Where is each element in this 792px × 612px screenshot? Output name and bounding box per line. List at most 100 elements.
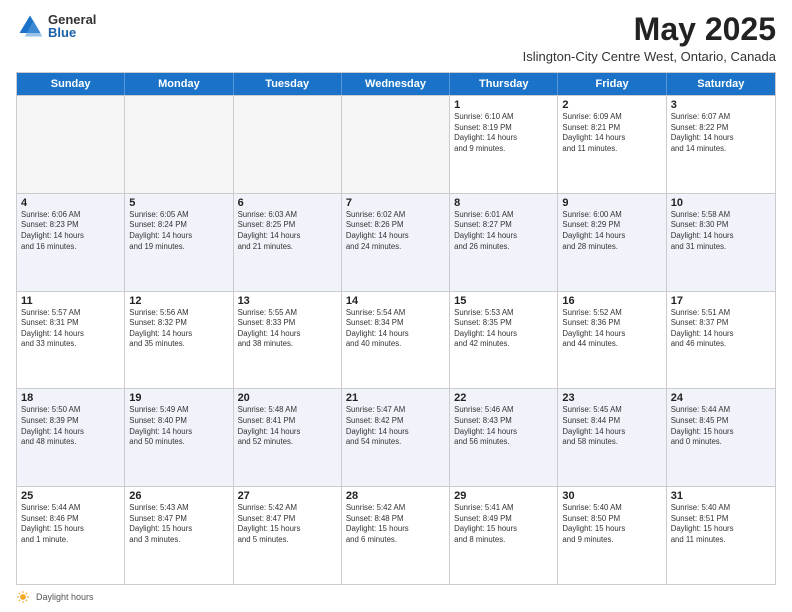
cell-content: Sunrise: 5:47 AM Sunset: 8:42 PM Dayligh… (346, 405, 445, 447)
day-number: 30 (562, 490, 661, 502)
day-number: 26 (129, 490, 228, 502)
day-number: 9 (562, 197, 661, 209)
header-day-saturday: Saturday (667, 73, 775, 95)
day-cell-19: 19Sunrise: 5:49 AM Sunset: 8:40 PM Dayli… (125, 389, 233, 486)
logo: General Blue (16, 12, 96, 40)
day-number: 31 (671, 490, 771, 502)
day-cell-28: 28Sunrise: 5:42 AM Sunset: 8:48 PM Dayli… (342, 487, 450, 584)
day-cell-14: 14Sunrise: 5:54 AM Sunset: 8:34 PM Dayli… (342, 292, 450, 389)
location-subtitle: Islington-City Centre West, Ontario, Can… (523, 49, 776, 64)
daylight-label: Daylight hours (36, 592, 94, 602)
day-cell-4: 4Sunrise: 6:06 AM Sunset: 8:23 PM Daylig… (17, 194, 125, 291)
day-cell-24: 24Sunrise: 5:44 AM Sunset: 8:45 PM Dayli… (667, 389, 775, 486)
cell-content: Sunrise: 5:42 AM Sunset: 8:48 PM Dayligh… (346, 503, 445, 545)
calendar-row-1: 1Sunrise: 6:10 AM Sunset: 8:19 PM Daylig… (17, 95, 775, 193)
header-day-sunday: Sunday (17, 73, 125, 95)
day-cell-31: 31Sunrise: 5:40 AM Sunset: 8:51 PM Dayli… (667, 487, 775, 584)
day-cell-9: 9Sunrise: 6:00 AM Sunset: 8:29 PM Daylig… (558, 194, 666, 291)
cell-content: Sunrise: 6:03 AM Sunset: 8:25 PM Dayligh… (238, 210, 337, 252)
cell-content: Sunrise: 5:49 AM Sunset: 8:40 PM Dayligh… (129, 405, 228, 447)
cell-content: Sunrise: 5:52 AM Sunset: 8:36 PM Dayligh… (562, 308, 661, 350)
cell-content: Sunrise: 6:00 AM Sunset: 8:29 PM Dayligh… (562, 210, 661, 252)
day-cell-3: 3Sunrise: 6:07 AM Sunset: 8:22 PM Daylig… (667, 96, 775, 193)
title-section: May 2025 Islington-City Centre West, Ont… (523, 12, 776, 64)
day-cell-22: 22Sunrise: 5:46 AM Sunset: 8:43 PM Dayli… (450, 389, 558, 486)
cell-content: Sunrise: 5:42 AM Sunset: 8:47 PM Dayligh… (238, 503, 337, 545)
day-number: 14 (346, 295, 445, 307)
day-number: 15 (454, 295, 553, 307)
day-cell-26: 26Sunrise: 5:43 AM Sunset: 8:47 PM Dayli… (125, 487, 233, 584)
cell-content: Sunrise: 5:55 AM Sunset: 8:33 PM Dayligh… (238, 308, 337, 350)
empty-cell (125, 96, 233, 193)
header-day-tuesday: Tuesday (234, 73, 342, 95)
header-day-thursday: Thursday (450, 73, 558, 95)
cell-content: Sunrise: 5:44 AM Sunset: 8:45 PM Dayligh… (671, 405, 771, 447)
day-number: 28 (346, 490, 445, 502)
day-number: 27 (238, 490, 337, 502)
header-day-friday: Friday (558, 73, 666, 95)
day-cell-23: 23Sunrise: 5:45 AM Sunset: 8:44 PM Dayli… (558, 389, 666, 486)
logo-blue: Blue (48, 26, 96, 39)
calendar-row-4: 18Sunrise: 5:50 AM Sunset: 8:39 PM Dayli… (17, 388, 775, 486)
calendar-row-2: 4Sunrise: 6:06 AM Sunset: 8:23 PM Daylig… (17, 193, 775, 291)
day-number: 25 (21, 490, 120, 502)
cell-content: Sunrise: 5:57 AM Sunset: 8:31 PM Dayligh… (21, 308, 120, 350)
day-number: 11 (21, 295, 120, 307)
day-number: 22 (454, 392, 553, 404)
cell-content: Sunrise: 5:44 AM Sunset: 8:46 PM Dayligh… (21, 503, 120, 545)
cell-content: Sunrise: 6:02 AM Sunset: 8:26 PM Dayligh… (346, 210, 445, 252)
cell-content: Sunrise: 5:54 AM Sunset: 8:34 PM Dayligh… (346, 308, 445, 350)
day-cell-27: 27Sunrise: 5:42 AM Sunset: 8:47 PM Dayli… (234, 487, 342, 584)
day-number: 13 (238, 295, 337, 307)
calendar-body: 1Sunrise: 6:10 AM Sunset: 8:19 PM Daylig… (17, 95, 775, 584)
day-number: 23 (562, 392, 661, 404)
day-number: 18 (21, 392, 120, 404)
empty-cell (17, 96, 125, 193)
day-number: 19 (129, 392, 228, 404)
day-number: 24 (671, 392, 771, 404)
calendar-row-3: 11Sunrise: 5:57 AM Sunset: 8:31 PM Dayli… (17, 291, 775, 389)
day-cell-29: 29Sunrise: 5:41 AM Sunset: 8:49 PM Dayli… (450, 487, 558, 584)
cell-content: Sunrise: 5:41 AM Sunset: 8:49 PM Dayligh… (454, 503, 553, 545)
logo-icon (16, 12, 44, 40)
cell-content: Sunrise: 5:46 AM Sunset: 8:43 PM Dayligh… (454, 405, 553, 447)
day-number: 7 (346, 197, 445, 209)
day-number: 29 (454, 490, 553, 502)
cell-content: Sunrise: 6:09 AM Sunset: 8:21 PM Dayligh… (562, 112, 661, 154)
day-number: 8 (454, 197, 553, 209)
cell-content: Sunrise: 5:45 AM Sunset: 8:44 PM Dayligh… (562, 405, 661, 447)
header-day-wednesday: Wednesday (342, 73, 450, 95)
day-cell-8: 8Sunrise: 6:01 AM Sunset: 8:27 PM Daylig… (450, 194, 558, 291)
day-cell-12: 12Sunrise: 5:56 AM Sunset: 8:32 PM Dayli… (125, 292, 233, 389)
cell-content: Sunrise: 6:06 AM Sunset: 8:23 PM Dayligh… (21, 210, 120, 252)
day-cell-20: 20Sunrise: 5:48 AM Sunset: 8:41 PM Dayli… (234, 389, 342, 486)
day-cell-25: 25Sunrise: 5:44 AM Sunset: 8:46 PM Dayli… (17, 487, 125, 584)
calendar: SundayMondayTuesdayWednesdayThursdayFrid… (16, 72, 776, 585)
cell-content: Sunrise: 5:51 AM Sunset: 8:37 PM Dayligh… (671, 308, 771, 350)
day-cell-7: 7Sunrise: 6:02 AM Sunset: 8:26 PM Daylig… (342, 194, 450, 291)
cell-content: Sunrise: 6:07 AM Sunset: 8:22 PM Dayligh… (671, 112, 771, 154)
footer: Daylight hours (16, 590, 776, 604)
day-cell-6: 6Sunrise: 6:03 AM Sunset: 8:25 PM Daylig… (234, 194, 342, 291)
cell-content: Sunrise: 5:40 AM Sunset: 8:50 PM Dayligh… (562, 503, 661, 545)
cell-content: Sunrise: 5:58 AM Sunset: 8:30 PM Dayligh… (671, 210, 771, 252)
day-cell-5: 5Sunrise: 6:05 AM Sunset: 8:24 PM Daylig… (125, 194, 233, 291)
day-cell-17: 17Sunrise: 5:51 AM Sunset: 8:37 PM Dayli… (667, 292, 775, 389)
day-cell-13: 13Sunrise: 5:55 AM Sunset: 8:33 PM Dayli… (234, 292, 342, 389)
calendar-header: SundayMondayTuesdayWednesdayThursdayFrid… (17, 73, 775, 95)
cell-content: Sunrise: 5:43 AM Sunset: 8:47 PM Dayligh… (129, 503, 228, 545)
cell-content: Sunrise: 6:10 AM Sunset: 8:19 PM Dayligh… (454, 112, 553, 154)
cell-content: Sunrise: 5:56 AM Sunset: 8:32 PM Dayligh… (129, 308, 228, 350)
day-number: 6 (238, 197, 337, 209)
day-number: 20 (238, 392, 337, 404)
day-number: 3 (671, 99, 771, 111)
day-number: 17 (671, 295, 771, 307)
day-cell-10: 10Sunrise: 5:58 AM Sunset: 8:30 PM Dayli… (667, 194, 775, 291)
day-cell-21: 21Sunrise: 5:47 AM Sunset: 8:42 PM Dayli… (342, 389, 450, 486)
empty-cell (234, 96, 342, 193)
day-number: 21 (346, 392, 445, 404)
header-day-monday: Monday (125, 73, 233, 95)
day-number: 16 (562, 295, 661, 307)
cell-content: Sunrise: 6:01 AM Sunset: 8:27 PM Dayligh… (454, 210, 553, 252)
cell-content: Sunrise: 5:53 AM Sunset: 8:35 PM Dayligh… (454, 308, 553, 350)
